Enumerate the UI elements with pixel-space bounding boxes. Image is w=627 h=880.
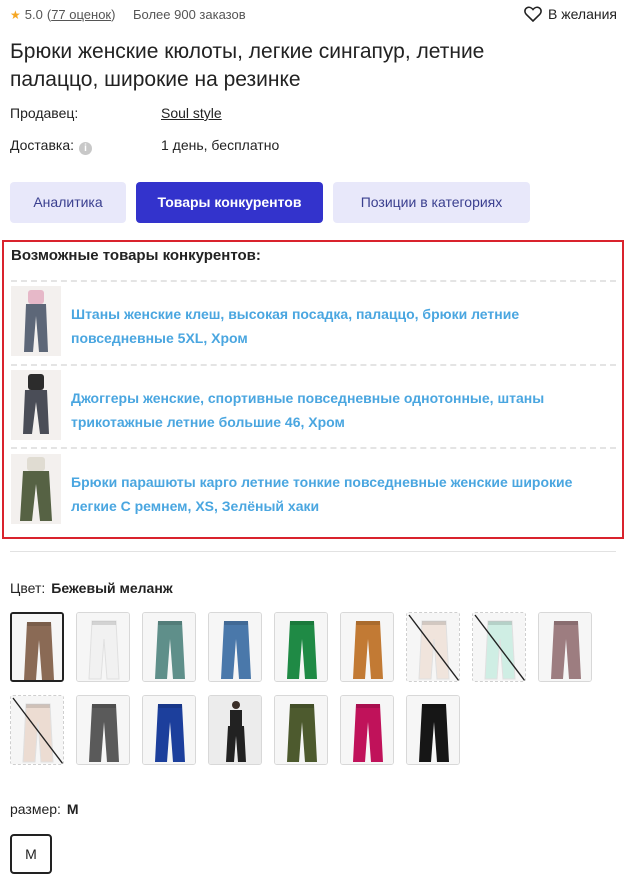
reviews-close-paren: )	[111, 7, 116, 22]
pants-image-icon	[473, 613, 525, 681]
color-swatch[interactable]	[538, 612, 592, 682]
size-label: размер:	[10, 801, 61, 817]
separator	[11, 364, 616, 366]
rating: ★ 5.0 (77 оценок)	[10, 7, 115, 22]
pants-image-icon	[77, 696, 129, 764]
separator	[11, 280, 616, 282]
competitor-thumbnail	[11, 286, 61, 356]
tab-competitor-products[interactable]: Товары конкурентов	[136, 182, 323, 223]
color-swatch[interactable]	[340, 695, 394, 765]
seller-row: Продавец: Soul style	[10, 105, 222, 121]
color-swatch[interactable]	[142, 612, 196, 682]
competitor-item[interactable]: Штаны женские клеш, высокая посадка, пал…	[11, 286, 616, 358]
separator	[11, 447, 616, 449]
pants-image-icon	[20, 457, 52, 521]
star-icon: ★	[10, 7, 21, 22]
competitors-heading: Возможные товары конкурентов:	[11, 247, 261, 264]
reviews-link[interactable]: 77 оценок	[51, 7, 111, 22]
tab-analytics[interactable]: Аналитика	[10, 182, 126, 223]
color-swatch[interactable]	[208, 695, 262, 765]
wishlist-button[interactable]: В желания	[524, 6, 617, 22]
orders-count: Более 900 заказов	[133, 7, 246, 22]
delivery-value: 1 день, бесплатно	[161, 137, 280, 153]
divider	[10, 551, 616, 552]
size-row: размер: M	[10, 801, 79, 817]
color-swatch[interactable]	[76, 695, 130, 765]
color-swatch[interactable]	[340, 612, 394, 682]
pants-image-icon	[12, 614, 62, 680]
info-icon[interactable]: i	[79, 142, 93, 155]
rating-bar: ★ 5.0 (77 оценок) Более 900 заказов В же…	[10, 6, 617, 24]
seller-label: Продавец:	[10, 105, 79, 121]
color-swatch[interactable]	[406, 612, 460, 682]
size-option-button[interactable]: M	[10, 834, 52, 874]
pants-image-icon	[143, 613, 195, 681]
pants-image-icon	[341, 613, 393, 681]
delivery-row: Доставка: i 1 день, бесплатно	[10, 137, 279, 155]
pants-image-icon	[77, 613, 129, 681]
seller-link[interactable]: Soul style	[161, 105, 222, 121]
pants-image-icon	[275, 696, 327, 764]
color-swatch[interactable]	[406, 695, 460, 765]
product-title: Брюки женские кюлоты, легкие сингапур, л…	[10, 40, 485, 91]
competitor-thumbnail	[11, 454, 61, 524]
pants-image-icon	[11, 696, 63, 764]
pants-image-icon	[407, 696, 459, 764]
pants-image-icon	[539, 613, 591, 681]
color-swatch[interactable]	[142, 695, 196, 765]
size-value: M	[66, 801, 79, 817]
pants-image-icon	[275, 613, 327, 681]
color-label: Цвет:	[10, 580, 46, 596]
color-swatch[interactable]	[274, 612, 328, 682]
delivery-label: Доставка:	[10, 137, 75, 153]
pants-image-icon	[341, 696, 393, 764]
competitor-link[interactable]: Брюки парашюты карго летние тонкие повсе…	[71, 470, 611, 518]
color-swatch[interactable]	[10, 695, 64, 765]
color-swatch[interactable]	[472, 612, 526, 682]
competitor-link[interactable]: Штаны женские клеш, высокая посадка, пал…	[71, 302, 611, 350]
pants-image-icon	[209, 696, 261, 764]
color-swatch[interactable]	[274, 695, 328, 765]
competitor-thumbnail	[11, 370, 61, 440]
pants-image-icon	[407, 613, 459, 681]
heart-icon	[524, 6, 542, 22]
color-value: Бежевый меланж	[51, 580, 173, 596]
pants-image-icon	[209, 613, 261, 681]
competitor-link[interactable]: Джоггеры женские, спортивные повседневны…	[71, 386, 611, 434]
color-swatch[interactable]	[208, 612, 262, 682]
pants-image-icon	[24, 290, 48, 352]
pants-image-icon	[143, 696, 195, 764]
rating-value: 5.0	[24, 7, 43, 22]
color-swatch[interactable]	[76, 612, 130, 682]
color-row: Цвет: Бежевый меланж	[10, 580, 173, 596]
competitors-panel: Возможные товары конкурентов: Штаны женс…	[2, 240, 624, 539]
competitor-item[interactable]: Джоггеры женские, спортивные повседневны…	[11, 370, 616, 442]
color-swatch[interactable]	[10, 612, 64, 682]
pants-image-icon	[23, 374, 49, 434]
tab-category-positions[interactable]: Позиции в категориях	[333, 182, 530, 223]
competitor-item[interactable]: Брюки парашюты карго летние тонкие повсе…	[11, 454, 616, 526]
wishlist-label: В желания	[547, 6, 617, 22]
